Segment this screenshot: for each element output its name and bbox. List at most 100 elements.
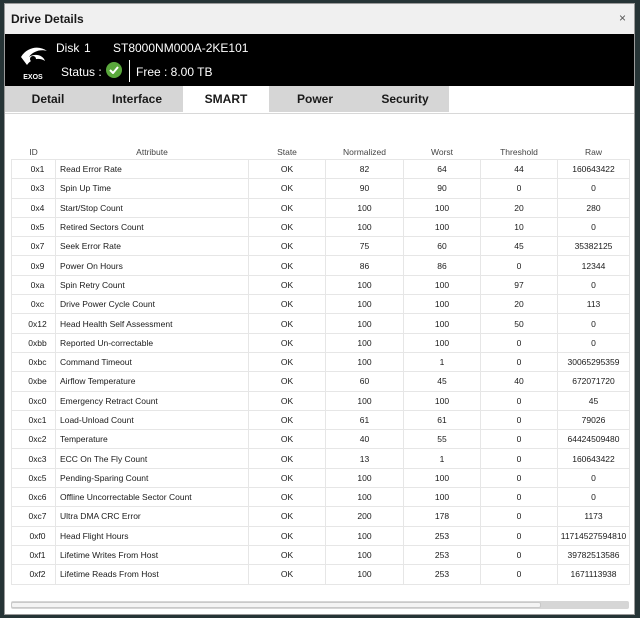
tab-interface[interactable]: Interface [91, 86, 183, 112]
column-header[interactable]: ID [12, 144, 56, 160]
cell-id: 0xc5 [11, 467, 56, 489]
cell-attribute: Airflow Temperature [55, 371, 249, 392]
column-header[interactable]: Normalized [326, 144, 404, 160]
disk-number: 1 [84, 41, 91, 55]
cell-raw: 79026 [557, 409, 630, 431]
table-row[interactable]: 0xbe Airflow Temperature OK 60 45 40 672071720 [11, 371, 630, 392]
cell-attribute: ECC On The Fly Count [55, 448, 249, 469]
cell-id: 0xc0 [11, 390, 56, 411]
cell-state: OK [248, 332, 326, 353]
cell-threshold: 0 [480, 409, 558, 431]
table-row[interactable]: 0xc2 Temperature OK 40 55 0 64424509480 [11, 429, 630, 450]
cell-state: OK [248, 158, 326, 180]
cell-raw: 0 [557, 313, 630, 334]
table-row[interactable]: 0xf1 Lifetime Writes From Host OK 100 253 0 39… [11, 544, 630, 566]
header-divider [129, 60, 130, 82]
table-row[interactable]: 0xa Spin Retry Count OK 100 100 97 0 [11, 274, 630, 296]
cell-attribute: Load-Unload Count [55, 409, 249, 431]
table-row[interactable]: 0x12 Head Health Self Assessment OK 100 100 5… [11, 313, 630, 334]
table-row[interactable]: 0x9 Power On Hours OK 86 86 0 12344 [11, 255, 630, 276]
cell-worst: 100 [403, 390, 481, 411]
cell-id: 0x9 [11, 255, 56, 276]
cell-attribute: Drive Power Cycle Count [55, 294, 249, 315]
cell-worst: 1 [403, 351, 481, 373]
smart-table: ID Attribute State Normalized Worst Thre… [11, 144, 630, 585]
cell-normalized: 100 [325, 197, 404, 218]
table-row[interactable]: 0xc3 ECC On The Fly Count OK 13 1 0 160643422 [11, 448, 630, 469]
table-row[interactable]: 0x1 Read Error Rate OK 82 64 44 160643422 [11, 158, 630, 180]
cell-raw: 12344 [557, 255, 630, 276]
cell-state: OK [248, 487, 326, 508]
cell-raw: 113 [557, 294, 630, 315]
tab-power[interactable]: Power [269, 86, 361, 112]
cell-worst: 100 [403, 274, 481, 296]
cell-state: OK [248, 544, 326, 566]
dialog-title: Drive Details [11, 12, 84, 26]
cell-normalized: 100 [325, 487, 404, 508]
table-row[interactable]: 0x3 Spin Up Time OK 90 90 0 0 [11, 178, 630, 199]
cell-attribute: Read Error Rate [55, 158, 249, 180]
table-row[interactable]: 0xc6 Offline Uncorrectable Sector Count OK… [11, 487, 630, 508]
column-header[interactable]: Raw [558, 144, 630, 160]
cell-threshold: 0 [480, 544, 558, 566]
cell-state: OK [248, 351, 326, 373]
tab-detail[interactable]: Detail [5, 86, 91, 112]
table-row[interactable]: 0xc1 Load-Unload Count OK 61 61 0 79026 [11, 409, 630, 431]
table-row[interactable]: 0xbc Command Timeout OK 100 1 0 30065295359 [11, 351, 630, 373]
cell-attribute: Reported Un-correctable [55, 332, 249, 353]
cell-id: 0xf2 [11, 564, 56, 585]
cell-raw: 0 [557, 487, 630, 508]
drive-details-dialog: Drive Details × EXOS Disk 1 ST8000NM000A… [4, 3, 635, 615]
cell-worst: 253 [403, 544, 481, 566]
smart-table-body: 0x1 Read Error Rate OK 82 64 44 160643422 0x3 Sp… [11, 158, 630, 585]
cell-threshold: 50 [480, 313, 558, 334]
cell-worst: 100 [403, 216, 481, 238]
cell-normalized: 100 [325, 544, 404, 566]
cell-state: OK [248, 390, 326, 411]
cell-worst: 90 [403, 178, 481, 199]
cell-state: OK [248, 448, 326, 469]
table-row[interactable]: 0xf0 Head Flight Hours OK 100 253 0 1171452759… [11, 525, 630, 546]
tab-security[interactable]: Security [361, 86, 449, 112]
cell-threshold: 0 [480, 332, 558, 353]
table-row[interactable]: 0xc Drive Power Cycle Count OK 100 100 20 113 [11, 294, 630, 315]
cell-worst: 100 [403, 294, 481, 315]
cell-worst: 100 [403, 313, 481, 334]
horizontal-scrollbar[interactable] [11, 601, 629, 609]
cell-worst: 55 [403, 429, 481, 450]
table-row[interactable]: 0xc0 Emergency Retract Count OK 100 100 0 45 [11, 390, 630, 411]
column-header[interactable]: Worst [404, 144, 481, 160]
cell-normalized: 90 [325, 178, 404, 199]
cell-raw: 280 [557, 197, 630, 218]
cell-state: OK [248, 313, 326, 334]
table-row[interactable]: 0xf2 Lifetime Reads From Host OK 100 253 0 167… [11, 564, 630, 585]
cell-raw: 45 [557, 390, 630, 411]
table-row[interactable]: 0xc5 Pending-Sparing Count OK 100 100 0 0 [11, 467, 630, 489]
table-row[interactable]: 0x5 Retired Sectors Count OK 100 100 10 0 [11, 216, 630, 238]
cell-normalized: 60 [325, 371, 404, 392]
cell-attribute: Ultra DMA CRC Error [55, 506, 249, 527]
table-row[interactable]: 0xc7 Ultra DMA CRC Error OK 200 178 0 1173 [11, 506, 630, 527]
table-row[interactable]: 0xbb Reported Un-correctable OK 100 100 0 0 [11, 332, 630, 353]
cell-normalized: 100 [325, 313, 404, 334]
cell-state: OK [248, 255, 326, 276]
table-row[interactable]: 0x4 Start/Stop Count OK 100 100 20 280 [11, 197, 630, 218]
cell-normalized: 40 [325, 429, 404, 450]
cell-normalized: 75 [325, 236, 404, 257]
cell-state: OK [248, 506, 326, 527]
title-bar: Drive Details × [5, 4, 634, 34]
cell-attribute: Seek Error Rate [55, 236, 249, 257]
column-header[interactable]: Threshold [481, 144, 558, 160]
tab-smart[interactable]: SMART [183, 86, 269, 112]
cell-raw: 39782513586 [557, 544, 630, 566]
cell-id: 0xf1 [11, 544, 56, 566]
column-header[interactable]: Attribute [56, 144, 249, 160]
scrollbar-thumb[interactable] [11, 602, 541, 608]
cell-threshold: 0 [480, 506, 558, 527]
cell-id: 0xbc [11, 351, 56, 373]
cell-raw: 0 [557, 178, 630, 199]
column-header[interactable]: State [249, 144, 326, 160]
cell-state: OK [248, 467, 326, 489]
table-row[interactable]: 0x7 Seek Error Rate OK 75 60 45 35382125 [11, 236, 630, 257]
close-icon[interactable]: × [619, 11, 626, 25]
